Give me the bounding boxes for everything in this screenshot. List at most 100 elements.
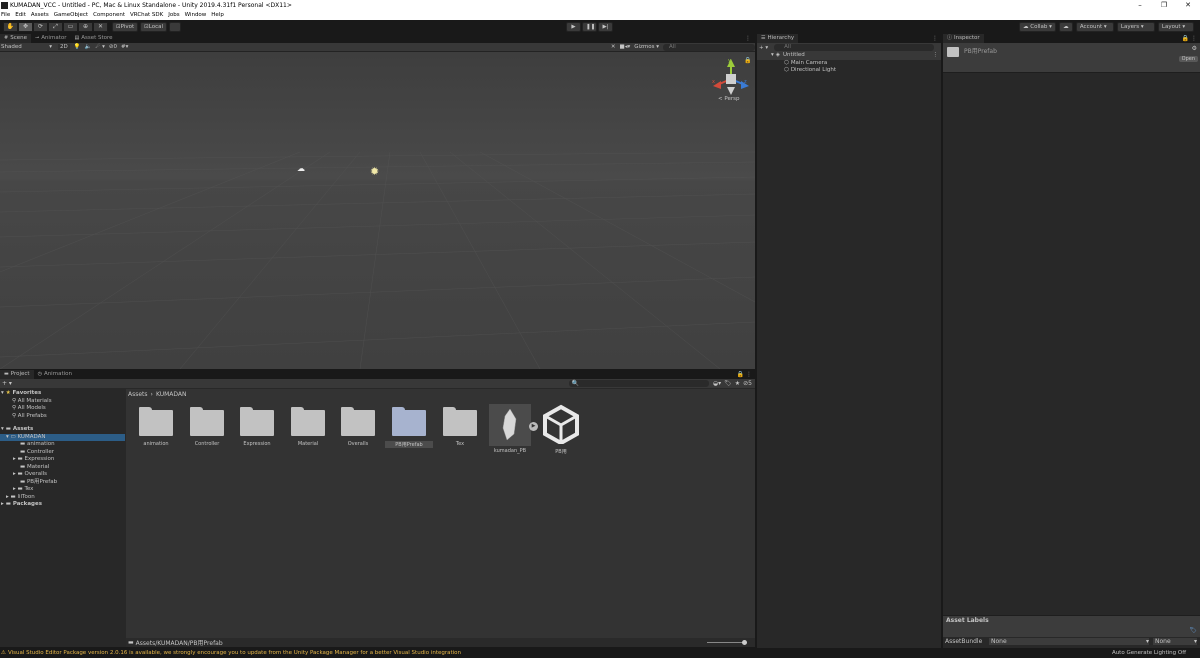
settings-icon[interactable]: ⚙ [1192, 45, 1197, 52]
tree-item[interactable]: ▸ ▬ Overalls [0, 471, 125, 479]
tree-item[interactable]: ▬ Controller [0, 449, 125, 457]
tab-hierarchy[interactable]: ☰ Hierarchy [757, 34, 799, 43]
tree-kumadan[interactable]: ▾ ▭ KUMADAN [0, 433, 125, 441]
play-button[interactable]: ▶ [566, 22, 581, 32]
tree-item[interactable]: ▬ PB用Prefab [0, 479, 125, 487]
scale-tool-icon[interactable]: ⤢ [48, 22, 63, 32]
menu-vrchat-sdk[interactable]: VRChat SDK [130, 11, 163, 20]
snap-button[interactable] [169, 22, 181, 32]
expand-arrow-icon[interactable]: ▾ [771, 52, 774, 60]
mode-2d-toggle[interactable]: 2D [58, 44, 70, 50]
scene-menu-icon[interactable]: ⋮ [745, 35, 751, 42]
scene-viewport[interactable]: ☁ ✹ y x z 🔒 < Persp [0, 52, 755, 369]
light-gizmo-icon[interactable]: ✹ [370, 165, 379, 178]
create-button[interactable]: + ▾ [759, 45, 768, 51]
hierarchy-item[interactable]: ⬡ Directional Light [757, 67, 941, 75]
asset-folder[interactable]: Material [284, 407, 332, 447]
asset-bundle-dropdown[interactable]: None ▾ [989, 638, 1149, 645]
inspector-lock-icon[interactable]: 🔒 ⋮ [1182, 35, 1197, 42]
layers-dropdown[interactable]: Layers ▾ [1116, 22, 1155, 32]
tab-project[interactable]: ▬ Project [0, 370, 34, 379]
effects-toggle-icon[interactable]: ☄ ▾ [95, 44, 104, 50]
camera-icon[interactable]: ■◂▾ [620, 44, 631, 50]
menu-edit[interactable]: Edit [15, 11, 26, 20]
tree-item[interactable]: ▸ ▬ Tex [0, 486, 125, 494]
asset-folder[interactable]: Tex [436, 407, 484, 447]
tree-item[interactable]: ▬ animation [0, 441, 125, 449]
tree-favorites[interactable]: ▾ ★ Favorites [0, 390, 125, 398]
rotate-tool-icon[interactable]: ⟳ [33, 22, 48, 32]
tree-item[interactable]: ⚲ All Models [0, 405, 125, 413]
menu-window[interactable]: Window [185, 11, 207, 20]
account-dropdown[interactable]: Account ▾ [1075, 22, 1114, 32]
hierarchy-menu-icon[interactable]: ⋮ [932, 35, 938, 42]
maximize-button[interactable]: ❐ [1152, 0, 1176, 11]
transform-tool-icon[interactable]: ⊕ [78, 22, 93, 32]
scene-search-input[interactable]: All [663, 43, 755, 51]
asset-prefab[interactable]: PB用 [537, 404, 585, 455]
scene-menu-icon[interactable]: ⋮ [933, 52, 939, 60]
tree-item[interactable]: ⚲ All Prefabs [0, 413, 125, 421]
menu-file[interactable]: File [1, 11, 10, 20]
search-by-type-icon[interactable]: ◒▾ [713, 380, 721, 387]
open-button[interactable]: Open [1178, 56, 1198, 62]
close-button[interactable]: ✕ [1176, 0, 1200, 11]
menu-jobs[interactable]: Jobs [168, 11, 179, 20]
cloud-icon[interactable]: ☁ [1058, 22, 1073, 32]
grid-toggle-icon[interactable]: #▾ [121, 44, 128, 50]
asset-folder[interactable]: Expression [233, 407, 281, 447]
menu-assets[interactable]: Assets [31, 11, 49, 20]
pivot-button[interactable]: ⊡Pivot [112, 22, 139, 32]
move-tool-icon[interactable]: ✥ [18, 22, 33, 32]
asset-variant-dropdown[interactable]: None ▾ [1153, 638, 1197, 645]
step-button[interactable]: ▶| [598, 22, 613, 32]
hand-tool-icon[interactable]: ✋ [3, 22, 18, 32]
asset-folder[interactable]: animation [132, 407, 180, 447]
hidden-packages-icon[interactable]: ⊘5 [743, 380, 752, 387]
slider-thumb[interactable] [742, 640, 747, 645]
rect-tool-icon[interactable]: ▭ [63, 22, 78, 32]
audio-toggle-icon[interactable]: 🔈 [85, 44, 92, 50]
minimize-button[interactable]: – [1128, 0, 1152, 11]
collab-button[interactable]: ☁ Collab ▾ [1019, 22, 1056, 32]
asset-model[interactable]: kumadan_PB [486, 404, 534, 454]
gizmos-dropdown[interactable]: Gizmos ▾ [634, 44, 659, 50]
label-tag-icon[interactable]: 🏷 [1189, 627, 1197, 634]
hierarchy-search-input[interactable]: All [774, 44, 935, 51]
favorite-star-icon[interactable]: ★ [735, 380, 740, 387]
search-by-label-icon[interactable]: 🏷 [724, 380, 732, 387]
tab-scene[interactable]: # Scene [0, 34, 31, 43]
status-lighting[interactable]: Auto Generate Lighting Off [1112, 648, 1186, 658]
menu-component[interactable]: Component [93, 11, 125, 20]
lighting-toggle-icon[interactable]: 💡 [74, 44, 81, 50]
shading-mode-dropdown[interactable]: Shaded ▾ [0, 44, 52, 50]
asset-folder[interactable]: Controller [183, 407, 231, 447]
project-search-input[interactable]: 🔍 [568, 380, 709, 387]
lock-icon[interactable]: 🔒 [744, 57, 751, 64]
breadcrumb-kumadan[interactable]: KUMADAN [156, 391, 187, 398]
project-create-button[interactable]: + ▾ [2, 380, 12, 387]
menu-help[interactable]: Help [211, 11, 224, 20]
local-button[interactable]: ⊡Local [140, 22, 167, 32]
tree-item[interactable]: ▸ ▬ Expression [0, 456, 125, 464]
scene-row[interactable]: ▾ ◈ Untitled ⋮ [757, 52, 941, 60]
tab-animation[interactable]: ◷ Animation [33, 370, 76, 379]
tree-item[interactable]: ⚲ All Materials [0, 398, 125, 406]
tab-inspector[interactable]: ⓘ Inspector [943, 34, 984, 43]
tree-item[interactable]: ▬ Material [0, 464, 125, 472]
tab-asset-store[interactable]: ▤ Asset Store [70, 34, 117, 43]
icon-size-slider[interactable] [707, 640, 747, 645]
custom-tool-icon[interactable]: ✕ [93, 22, 108, 32]
breadcrumb-assets[interactable]: Assets [128, 391, 148, 398]
project-menu-icon[interactable]: 🔒 ⋮ [737, 371, 752, 378]
tree-packages[interactable]: ▸ ▬ Packages [0, 501, 125, 509]
hierarchy-item[interactable]: ⬡ Main Camera [757, 60, 941, 68]
layout-dropdown[interactable]: Layout ▾ [1157, 22, 1194, 32]
tab-animator[interactable]: ⊸ Animator [30, 34, 71, 43]
asset-folder-selected[interactable]: PB用Prefab [385, 407, 433, 448]
asset-folder[interactable]: Overalls [334, 407, 382, 447]
camera-gizmo-icon[interactable]: ☁ [297, 164, 305, 173]
tree-assets[interactable]: ▾ ▬ Assets [0, 426, 125, 434]
menu-gameobject[interactable]: GameObject [54, 11, 88, 20]
pause-button[interactable]: ❚❚ [582, 22, 597, 32]
